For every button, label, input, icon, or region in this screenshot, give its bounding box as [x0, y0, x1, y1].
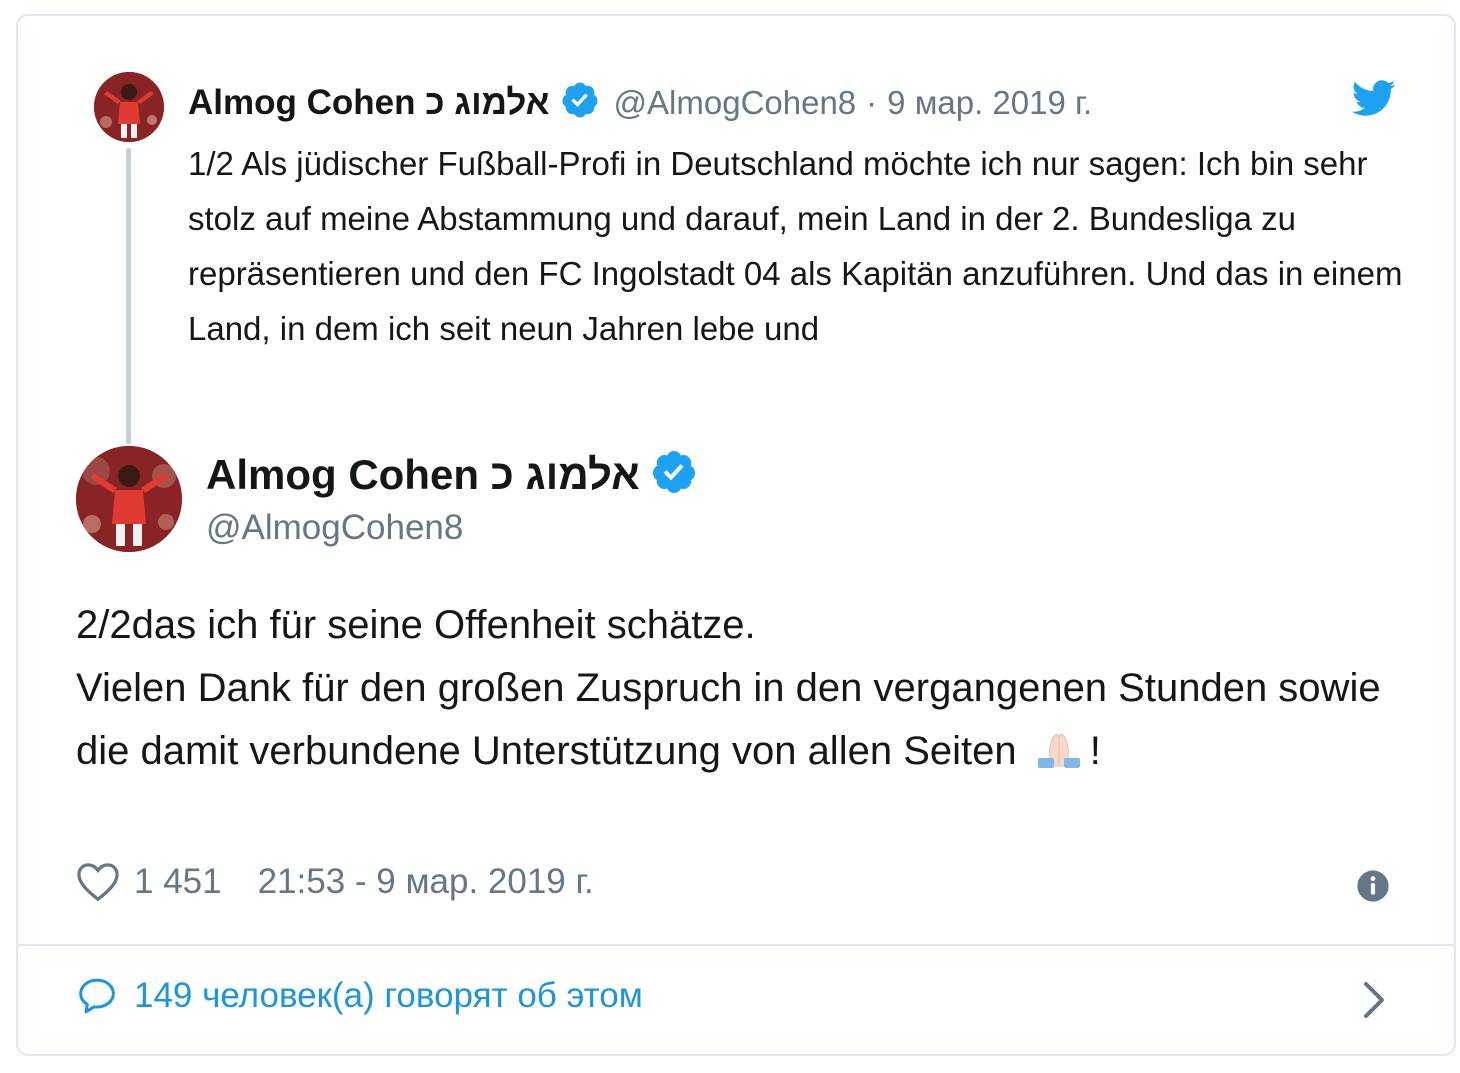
verified-badge-icon [560, 80, 600, 125]
parent-tweet-date[interactable]: 9 мар. 2019 г. [887, 84, 1092, 122]
footer-divider [18, 944, 1454, 946]
parent-avatar[interactable] [94, 72, 164, 142]
reply-bubble-icon [76, 976, 118, 1016]
tweet-timestamp[interactable]: 21:53 - 9 мар. 2019 г. [258, 862, 594, 902]
chevron-right-icon[interactable] [1360, 980, 1388, 1020]
heart-icon[interactable] [76, 862, 120, 902]
main-avatar[interactable] [76, 446, 182, 552]
conversation-link[interactable]: 149 человек(а) говорят об этом [76, 976, 643, 1016]
parent-author-name[interactable]: Almog Cohen אלמוג כ [188, 83, 550, 123]
main-author-handle[interactable]: @AlmogCohen8 [206, 508, 463, 548]
folded-hands-emoji-icon [1028, 724, 1090, 768]
tweet-text-line-1: 2/2das ich für seine Offenheit schätze. [76, 603, 756, 647]
main-author-name[interactable]: Almog Cohen אלמוג כ [206, 451, 640, 499]
like-count[interactable]: 1 451 [134, 862, 222, 902]
tweet-text-line-2: Vielen Dank für den großen Zuspruch in d… [76, 666, 1381, 773]
tweet-meta-row: 1 451 21:53 - 9 мар. 2019 г. [76, 862, 594, 902]
tweet-text-paragraph: Vielen Dank für den großen Zuspruch in d… [76, 657, 1416, 783]
verified-badge-icon [650, 448, 698, 501]
parent-tweet-header: Almog Cohen אלמוג כ @AlmogCohen8 · 9 мар… [188, 80, 1092, 125]
main-tweet-header: Almog Cohen אלמוג כ [206, 448, 698, 501]
info-icon[interactable] [1356, 869, 1390, 903]
parent-author-handle[interactable]: @AlmogCohen8 [614, 84, 857, 122]
embedded-tweet-card: Almog Cohen אלמוג כ @AlmogCohen8 · 9 мар… [16, 14, 1456, 1056]
parent-tweet-text: 1/2 Als jüdischer Fußball-Profi in Deuts… [188, 145, 1403, 347]
header-separator: · [866, 83, 878, 121]
conversation-count-label[interactable]: 149 человек(а) говорят об этом [134, 976, 643, 1016]
tweet-text-end: ! [1089, 729, 1101, 773]
main-tweet-text: 2/2das ich für seine Offenheit schätze. … [76, 594, 1416, 783]
thread-connector-line [126, 148, 131, 444]
twitter-bird-icon[interactable] [1350, 78, 1396, 118]
